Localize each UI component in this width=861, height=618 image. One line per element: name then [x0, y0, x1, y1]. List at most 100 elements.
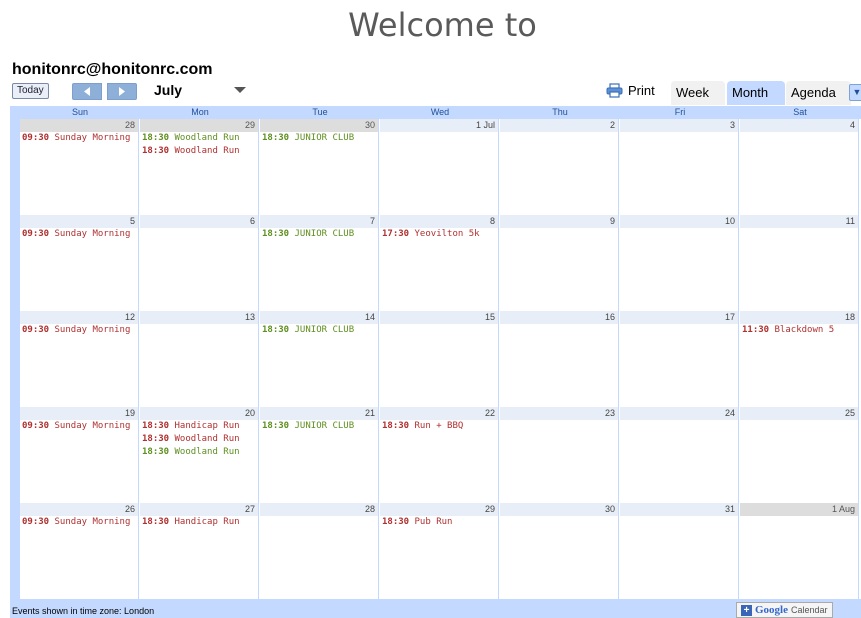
month-dropdown-chevron-icon[interactable]: [234, 87, 246, 93]
day-cell[interactable]: 20 18:30 Handicap Run 18:30 Woodland Run 18…: [140, 407, 259, 503]
day-cell[interactable]: 10: [620, 215, 739, 311]
event-title: JUNIOR CLUB: [294, 229, 355, 239]
weekday-header-5: Fri: [674, 107, 686, 117]
tab-month[interactable]: Month: [727, 81, 785, 105]
event-title: Sunday Morning: [54, 229, 131, 239]
day-number: 5: [20, 215, 138, 228]
weekday-header-6: Sat: [793, 107, 807, 117]
calendar-event[interactable]: 11:30 Blackdown 5: [740, 324, 858, 337]
day-cell[interactable]: 30 18:30 JUNIOR CLUB: [260, 119, 379, 215]
calendar-event[interactable]: 17:30 Yeovilton 5k: [380, 228, 498, 241]
calendar-event[interactable]: 18:30 Run + BBQ: [380, 420, 498, 433]
day-number: 11: [740, 215, 858, 228]
event-title: JUNIOR CLUB: [294, 421, 355, 431]
day-cell[interactable]: 29 18:30 Woodland Run 18:30 Woodland Run: [140, 119, 259, 215]
calendar-event[interactable]: 09:30 Sunday Morning: [20, 516, 138, 529]
day-cell[interactable]: 3: [620, 119, 739, 215]
weekday-header-0: Sun: [71, 107, 88, 117]
calendar-event[interactable]: 18:30 Handicap Run: [140, 516, 258, 529]
day-cell[interactable]: 21 18:30 JUNIOR CLUB: [260, 407, 379, 503]
calendar-event[interactable]: 09:30 Sunday Morning: [20, 324, 138, 337]
calendar-event[interactable]: 18:30 Woodland Run: [140, 132, 258, 145]
day-cell[interactable]: 25: [740, 407, 859, 503]
day-cell[interactable]: 30: [500, 503, 619, 599]
event-title: Sunday Morning: [54, 133, 131, 143]
day-number: 12: [20, 311, 138, 324]
day-number: 2: [500, 119, 618, 132]
event-time: 18:30: [262, 421, 290, 431]
tab-agenda[interactable]: Agenda: [786, 81, 851, 105]
calendar-event[interactable]: 18:30 Woodland Run: [140, 145, 258, 158]
day-cell[interactable]: 24: [620, 407, 739, 503]
day-cell[interactable]: 1 Jul: [380, 119, 499, 215]
more-views-dropdown-icon[interactable]: ▼: [849, 84, 861, 101]
day-number: 6: [140, 215, 258, 228]
google-calendar-badge[interactable]: + Google Calendar: [736, 602, 833, 618]
day-cell[interactable]: 6: [140, 215, 259, 311]
day-number: 9: [500, 215, 618, 228]
day-number: 10: [620, 215, 738, 228]
event-time: 17:30: [382, 229, 410, 239]
day-cell[interactable]: 8 17:30 Yeovilton 5k: [380, 215, 499, 311]
day-cell[interactable]: 9: [500, 215, 619, 311]
calendar-event[interactable]: 18:30 Woodland Run: [140, 433, 258, 446]
calendar-event[interactable]: 09:30 Sunday Morning: [20, 420, 138, 433]
day-number: 15: [380, 311, 498, 324]
event-time: 18:30: [262, 325, 290, 335]
day-cell[interactable]: 1 Aug: [740, 503, 859, 599]
day-cell[interactable]: 4: [740, 119, 859, 215]
day-cell[interactable]: 26 09:30 Sunday Morning: [20, 503, 139, 599]
next-month-button[interactable]: [107, 83, 137, 100]
month-grid: Sun Mon Tue Wed Thu Fri Sat 28 09:30 Sunday Mor…: [10, 106, 861, 600]
day-cell[interactable]: 29 18:30 Pub Run: [380, 503, 499, 599]
event-title: Woodland Run: [174, 447, 240, 457]
day-cell[interactable]: 23: [500, 407, 619, 503]
day-cell[interactable]: 18 11:30 Blackdown 5: [740, 311, 859, 407]
day-cell[interactable]: 28: [260, 503, 379, 599]
previous-month-button[interactable]: [72, 83, 102, 100]
day-cell[interactable]: 19 09:30 Sunday Morning: [20, 407, 139, 503]
day-cell[interactable]: 2: [500, 119, 619, 215]
today-button[interactable]: Today: [12, 83, 49, 99]
day-cell[interactable]: 31: [620, 503, 739, 599]
calendar-event[interactable]: 18:30 Woodland Run: [140, 446, 258, 459]
day-number: 3: [620, 119, 738, 132]
event-time: 18:30: [262, 133, 290, 143]
calendar-event[interactable]: 09:30 Sunday Morning: [20, 228, 138, 241]
day-cell[interactable]: 11: [740, 215, 859, 311]
day-number: 30: [500, 503, 618, 516]
tab-week[interactable]: Week: [671, 81, 725, 105]
day-number: 16: [500, 311, 618, 324]
calendar-footer: Events shown in time zone: London + Goog…: [10, 600, 861, 618]
day-cell[interactable]: 22 18:30 Run + BBQ: [380, 407, 499, 503]
day-cell[interactable]: 17: [620, 311, 739, 407]
calendar-event[interactable]: 18:30 JUNIOR CLUB: [260, 324, 378, 337]
day-cell[interactable]: 5 09:30 Sunday Morning: [20, 215, 139, 311]
day-number: 14: [260, 311, 378, 324]
event-time: 11:30: [742, 325, 770, 335]
day-cell[interactable]: 27 18:30 Handicap Run: [140, 503, 259, 599]
calendar-event[interactable]: 09:30 Sunday Morning: [20, 132, 138, 145]
current-month-label: July: [154, 82, 183, 98]
weekday-header-3: Wed: [430, 107, 450, 117]
event-title: Sunday Morning: [54, 517, 131, 527]
day-number: 22: [380, 407, 498, 420]
day-cell[interactable]: 14 18:30 JUNIOR CLUB: [260, 311, 379, 407]
calendar-event[interactable]: 18:30 Handicap Run: [140, 420, 258, 433]
day-cell[interactable]: 28 09:30 Sunday Morning: [20, 119, 139, 215]
day-cell[interactable]: 13: [140, 311, 259, 407]
week-row: 19 09:30 Sunday Morning 20 18:30 Handicap R…: [20, 407, 861, 503]
event-time: 18:30: [142, 421, 170, 431]
weekday-header-2: Tue: [312, 107, 328, 117]
calendar-event[interactable]: 18:30 Pub Run: [380, 516, 498, 529]
day-cell[interactable]: 7 18:30 JUNIOR CLUB: [260, 215, 379, 311]
print-button[interactable]: Print: [606, 83, 655, 98]
arrow-left-icon: [84, 87, 90, 96]
day-number: 13: [140, 311, 258, 324]
day-cell[interactable]: 12 09:30 Sunday Morning: [20, 311, 139, 407]
day-cell[interactable]: 15: [380, 311, 499, 407]
calendar-event[interactable]: 18:30 JUNIOR CLUB: [260, 132, 378, 145]
calendar-event[interactable]: 18:30 JUNIOR CLUB: [260, 420, 378, 433]
day-cell[interactable]: 16: [500, 311, 619, 407]
calendar-event[interactable]: 18:30 JUNIOR CLUB: [260, 228, 378, 241]
